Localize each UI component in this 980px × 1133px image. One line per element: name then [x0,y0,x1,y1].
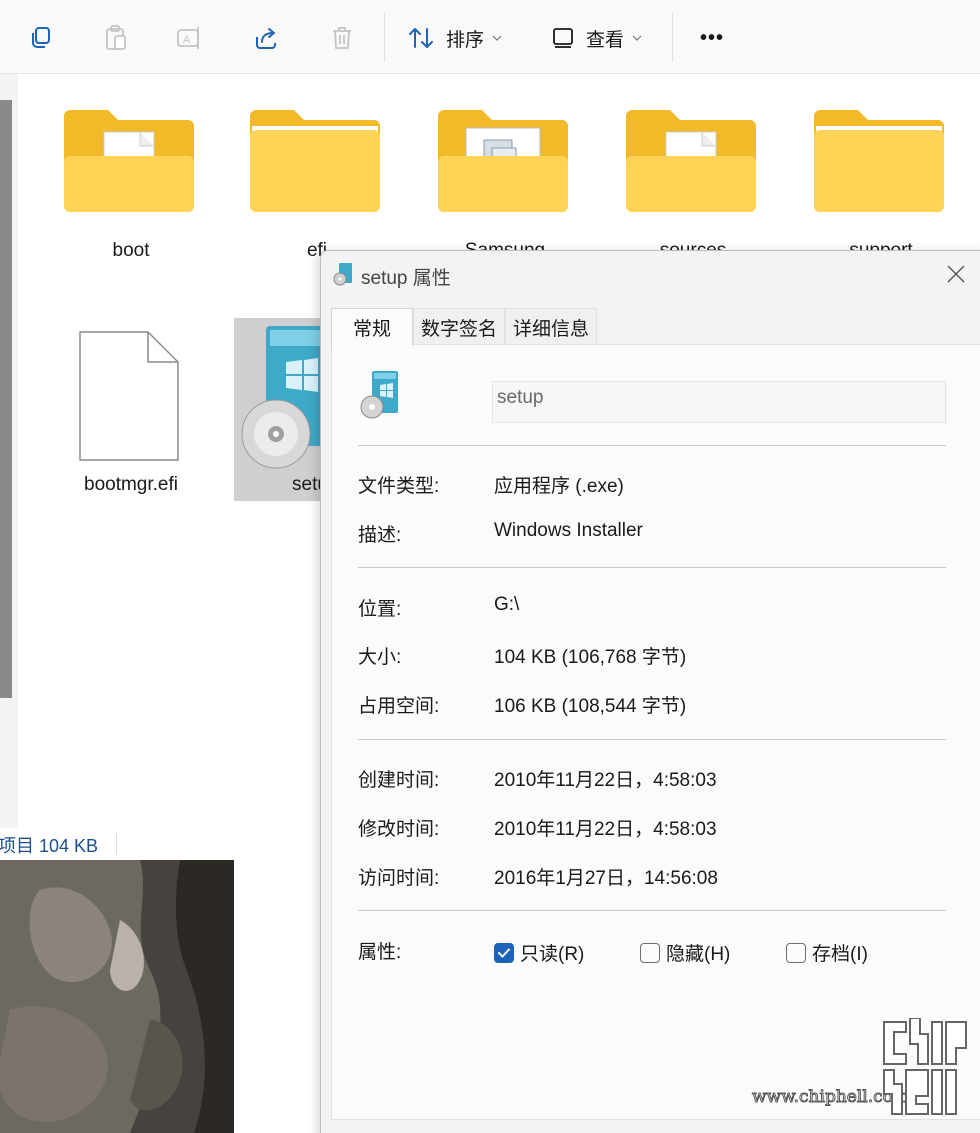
desktop-wallpaper [0,860,234,1133]
explorer-toolbar: A 排序 查看 ••• [0,0,980,74]
installer-icon [360,371,398,419]
more-icon: ••• [699,26,724,49]
sort-button[interactable]: 排序 [408,18,518,58]
tab-digital-signature[interactable]: 数字签名 [413,308,505,346]
tab-details[interactable]: 详细信息 [505,308,597,346]
created-value: 2010年11月22日，4:58:03 [494,770,717,791]
chevron-down-icon [632,35,642,41]
size-on-disk-value: 106 KB (108,544 字节) [494,696,687,717]
folder-icon [626,110,756,212]
delete-button[interactable] [324,18,360,58]
installer-icon [333,263,352,286]
status-bar: 项目 104 KB [0,828,320,860]
divider [358,567,946,568]
desktop-area [234,860,320,1133]
item-label: bootmgr.efi [84,474,178,495]
status-divider [116,834,117,854]
divider [358,910,946,911]
file-name-field[interactable]: setup [492,381,946,423]
hidden-checkbox[interactable]: 隐藏(H) [640,939,730,966]
checkbox-empty-icon [786,942,806,963]
folder-icon [250,110,380,212]
size-label: 大小: [358,647,402,668]
accessed-label: 访问时间: [358,868,440,889]
item-label: boot [112,240,150,261]
paste-button[interactable] [98,18,134,58]
copy-button[interactable] [22,18,58,58]
readonly-checkbox[interactable]: 只读(R) [494,939,584,966]
share-button[interactable] [248,18,284,58]
file-icon [79,331,179,461]
chiphell-logo [883,1018,967,1115]
share-icon [256,28,276,49]
file-item-setup[interactable]: setup [234,318,338,501]
status-text: 项目 104 KB [0,836,99,856]
more-button[interactable]: ••• [694,18,730,58]
view-button[interactable]: 查看 [552,18,662,58]
description-label: 描述: [358,525,402,546]
divider [358,739,946,740]
file-type-label: 文件类型: [358,476,440,497]
archive-checkbox[interactable]: 存档(I) [786,939,868,966]
checkbox-empty-icon [640,942,660,963]
attributes-label: 属性: [358,942,402,963]
divider [358,445,946,446]
svg-text:A: A [183,34,191,46]
properties-dialog: setup 属性 常规 数字签名 详细信息 setup 文件类型: 应用程序 (… [320,250,980,1133]
sort-label: 排序 [446,29,485,51]
checkbox-label: 只读(R) [520,944,585,965]
folder-icon [814,110,944,212]
rock-texture [0,860,234,1133]
rename-icon: A [177,27,199,49]
view-label: 查看 [586,29,625,51]
tab-label: 常规 [352,319,391,340]
location-value: G:\ [494,594,520,615]
tab-general[interactable]: 常规 [331,308,413,346]
accessed-value: 2016年1月27日，14:56:08 [494,868,718,889]
size-on-disk-label: 占用空间: [358,696,440,717]
tab-label: 详细信息 [512,319,589,340]
copy-icon [32,27,50,48]
toolbar-divider [672,12,673,62]
checkmark-icon [494,942,514,963]
rename-button[interactable]: A [172,18,208,58]
location-label: 位置: [358,599,402,620]
description-value: Windows Installer [494,520,643,541]
delete-icon [333,27,351,49]
toolbar-divider [384,12,385,62]
chevron-down-icon [492,35,502,41]
modified-label: 修改时间: [358,819,440,840]
general-tab-panel: setup 文件类型: 应用程序 (.exe) 描述: Windows Inst… [331,344,980,1120]
modified-value: 2010年11月22日，4:58:03 [494,819,717,840]
tab-label: 数字签名 [420,319,497,340]
folder-icon [438,110,568,212]
size-value: 104 KB (106,768 字节) [494,647,687,668]
close-icon[interactable] [945,263,967,285]
checkbox-label: 隐藏(H) [666,944,731,965]
file-type-value: 应用程序 (.exe) [494,476,624,497]
navigation-scrollbar[interactable] [0,100,12,698]
paste-icon [106,25,126,50]
dialog-title: setup 属性 [361,268,451,289]
checkbox-label: 存档(I) [812,944,868,965]
folder-icon [64,110,194,212]
sort-icon [409,28,433,48]
view-icon [553,28,573,48]
created-label: 创建时间: [358,770,440,791]
